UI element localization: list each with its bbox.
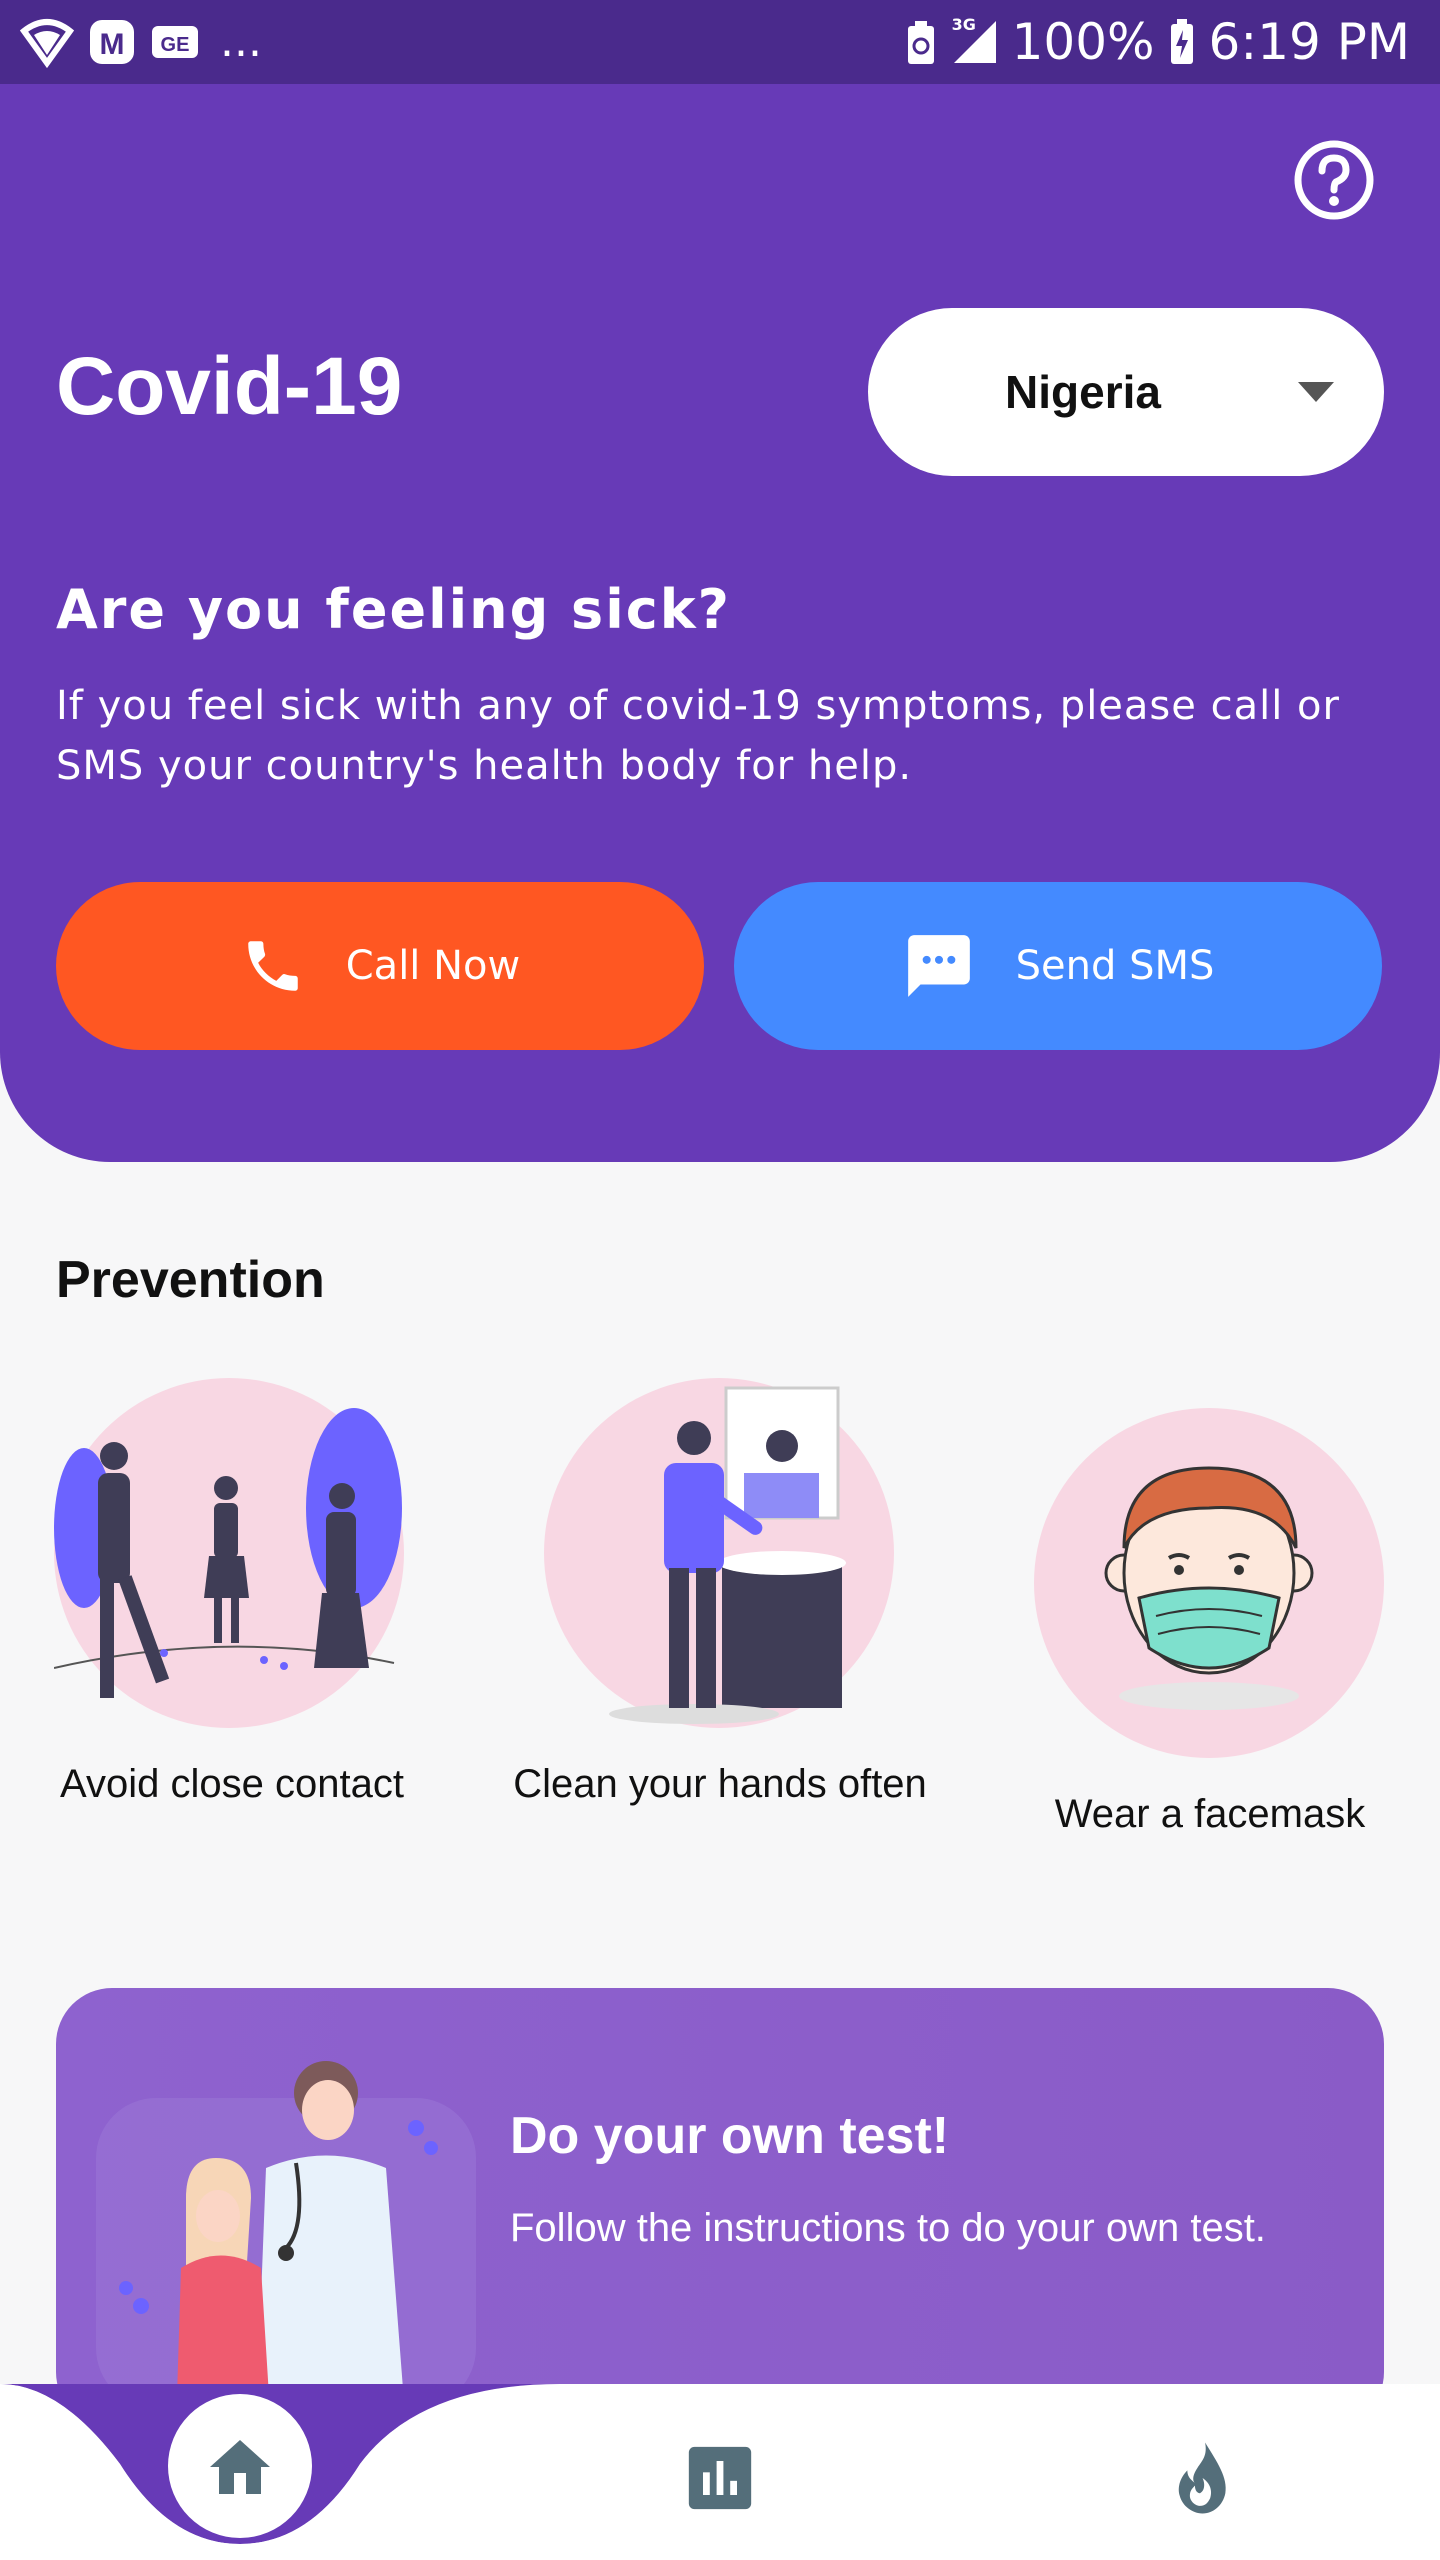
page-title: Covid-19 xyxy=(56,341,403,432)
send-sms-label: Send SMS xyxy=(1015,943,1215,989)
nav-statistics[interactable] xyxy=(660,2420,780,2540)
chevron-down-icon xyxy=(1298,382,1334,402)
sick-title: Are you feeling sick? xyxy=(56,578,731,641)
flame-icon xyxy=(1169,2440,1231,2520)
status-right: 3G 100% 6:19 PM xyxy=(904,8,1410,76)
svg-text:M: M xyxy=(100,28,125,61)
notification-overflow: ... xyxy=(220,16,262,67)
wifi-shield-icon xyxy=(20,15,74,69)
prevention-label-1: Avoid close contact xyxy=(60,1762,404,1806)
facemask-illustration xyxy=(1034,1408,1384,1758)
country-select[interactable]: Nigeria xyxy=(868,308,1384,476)
home-icon xyxy=(204,2431,276,2501)
signal-icon: 3G xyxy=(952,15,998,65)
call-now-button[interactable]: Call Now xyxy=(56,882,704,1050)
nav-home[interactable] xyxy=(168,2394,312,2538)
prevention-title: Prevention xyxy=(56,1251,325,1309)
send-sms-button[interactable]: Send SMS xyxy=(734,882,1382,1050)
m-app-icon: M xyxy=(88,18,136,66)
status-left: M GE ... xyxy=(20,12,262,72)
doctor-patient-illustration xyxy=(86,2048,506,2428)
bottom-nav xyxy=(0,2384,1440,2560)
clock: 6:19 PM xyxy=(1208,13,1410,71)
svg-text:GE: GE xyxy=(161,34,190,56)
chat-icon xyxy=(902,929,976,1003)
sick-description: If you feel sick with any of covid-19 sy… xyxy=(56,683,1340,789)
handwash-illustration xyxy=(544,1378,894,1728)
prevention-label-2: Clean your hands often xyxy=(513,1762,927,1806)
ge-app-icon: GE xyxy=(150,22,200,62)
social-distance-illustration xyxy=(53,1378,404,1728)
battery-charging-icon xyxy=(1169,18,1195,66)
country-select-value: Nigeria xyxy=(1005,366,1161,418)
prevention-label-3: Wear a facemask xyxy=(1054,1792,1366,1836)
battery-saver-icon xyxy=(904,18,938,66)
do-your-own-test-card[interactable]: Do your own test! Follow the instruction… xyxy=(56,1988,1384,2428)
call-now-label: Call Now xyxy=(345,943,521,989)
phone-icon xyxy=(240,933,306,999)
test-card-text: Follow the instructions to do your own t… xyxy=(510,2206,1266,2250)
test-card-title: Do your own test! xyxy=(510,2107,950,2165)
help-icon[interactable] xyxy=(1292,138,1376,222)
battery-percent: 100% xyxy=(1011,13,1155,71)
status-bar: M GE ... 3G 100% 6:19 PM xyxy=(0,0,1440,84)
network-type: 3G xyxy=(951,15,976,34)
nav-trending[interactable] xyxy=(1140,2420,1260,2540)
bar-chart-icon xyxy=(686,2444,754,2516)
